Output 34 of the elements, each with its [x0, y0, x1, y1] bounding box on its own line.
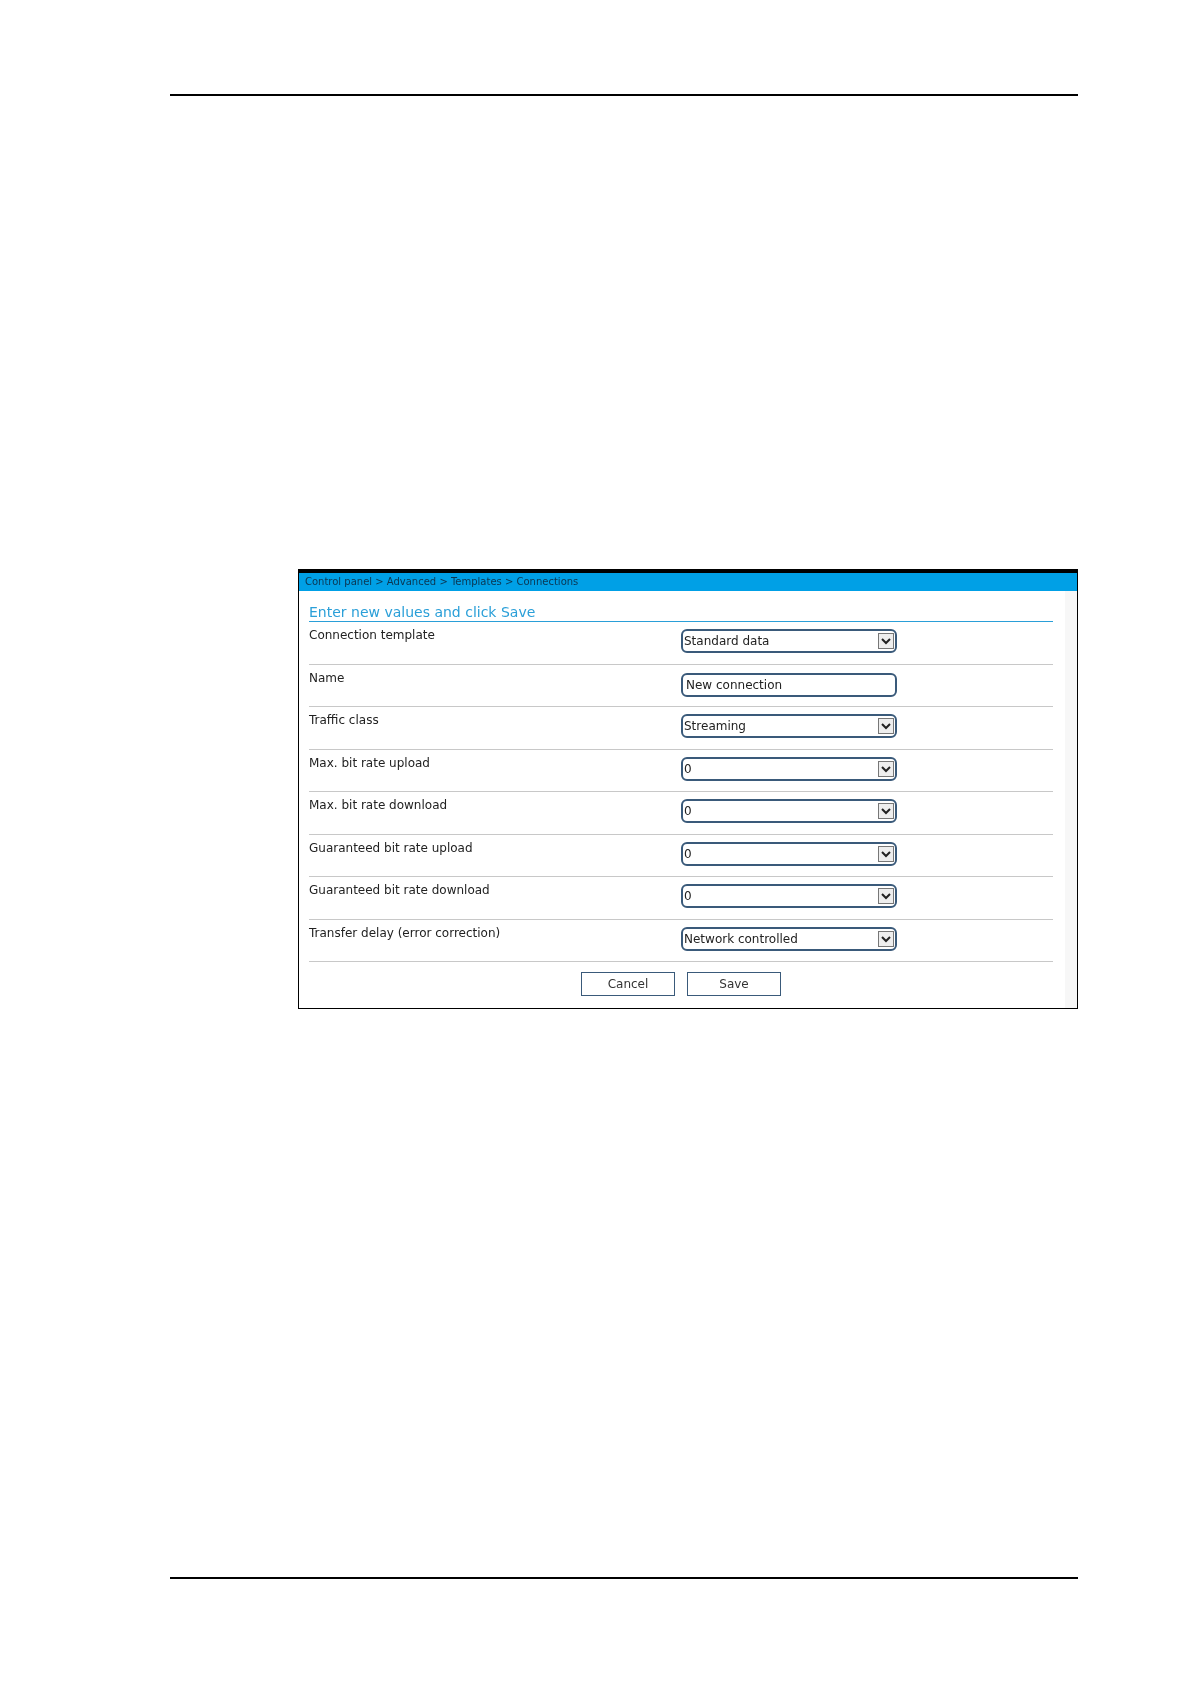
chevron-down-icon: [878, 718, 894, 734]
dropdown[interactable]: 0: [681, 799, 897, 823]
field-label: Transfer delay (error correction): [309, 924, 502, 942]
dropdown-value: Streaming: [684, 718, 746, 735]
dropdown-value: Network controlled: [684, 930, 798, 948]
field-label: Guaranteed bit rate download: [309, 882, 491, 899]
chevron-down-icon: [878, 888, 894, 904]
dropdown[interactable]: 0: [681, 884, 897, 908]
field-label: Max. bit rate upload: [309, 754, 431, 772]
dropdown-value: 0: [684, 845, 692, 863]
dropdown[interactable]: Streaming: [681, 714, 897, 738]
form-heading: Enter new values and click Save: [309, 603, 1053, 622]
dropdown[interactable]: 0: [681, 841, 897, 866]
dropdown[interactable]: Standard data: [681, 629, 897, 653]
form-button[interactable]: Cancel: [581, 972, 675, 996]
field-label: Name: [309, 669, 346, 687]
text-field[interactable]: New connection: [681, 672, 897, 697]
chevron-down-icon: [878, 633, 894, 649]
form-button[interactable]: Save: [687, 972, 781, 996]
field-label: Connection template: [309, 627, 436, 644]
dropdown[interactable]: Network controlled: [681, 926, 897, 951]
dropdown-value: Standard data: [684, 633, 770, 650]
dropdown[interactable]: 0: [681, 756, 897, 781]
chevron-down-icon: [878, 803, 894, 819]
field-label: Max. bit rate download: [309, 797, 449, 814]
field-label: Guaranteed bit rate upload: [309, 839, 474, 857]
field-label: Traffic class: [309, 712, 380, 729]
dropdown-value: 0: [684, 803, 692, 820]
chevron-down-icon: [878, 760, 894, 777]
breadcrumb: Control panel > Advanced > Templates > Connections: [299, 573, 1077, 591]
chevron-down-icon: [878, 930, 894, 947]
chevron-down-icon: [878, 845, 894, 862]
dropdown-value: 0: [684, 888, 692, 905]
dropdown-value: 0: [684, 760, 692, 778]
